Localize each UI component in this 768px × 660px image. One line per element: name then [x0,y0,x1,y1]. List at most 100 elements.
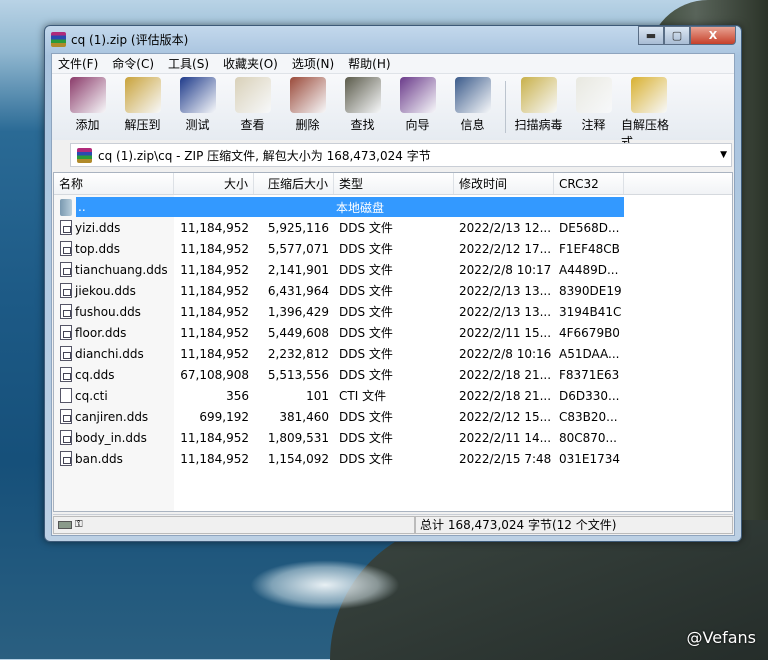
file-row[interactable]: canjiren.dds 699,192 381,460 DDS 文件 2022/2/1… [54,406,732,427]
packed-cell: 5,925,116 [267,220,329,235]
name-cell: cq.cti [54,388,174,403]
toolbar-label: 删除 [295,118,320,132]
packed-cell: 2,141,901 [267,262,329,277]
column-name[interactable]: 名称 [54,173,174,194]
column-modified[interactable]: 修改时间 [454,173,554,194]
modified-cell: 2022/2/8 10:16 [459,346,552,361]
menu-help[interactable]: 帮助(H) [348,55,390,72]
title-bar: cq (1).zip (评估版本) [51,31,188,48]
name-cell: floor.dds [54,325,174,340]
type-cell: DDS 文件 [339,452,393,466]
close-button[interactable]: X [690,26,736,45]
crc-cell: 3194B41C [559,304,622,319]
toolbar-button-delete[interactable]: 删除 [280,77,335,133]
crc-cell: 031E1734 [559,451,621,466]
toolbar-button-info[interactable]: 信息 [445,77,500,133]
file-row[interactable]: jiekou.dds 11,184,952 6,431,964 DDS 文件 2022/… [54,280,732,301]
file-name: canjiren.dds [75,409,149,424]
name-cell: ban.dds [54,451,174,466]
toolbar-label: 测试 [185,118,210,132]
file-name: cq.cti [75,388,108,403]
menu-file[interactable]: 文件(F) [58,55,98,72]
crc-cell: 8390DE19 [559,283,622,298]
file-row[interactable]: cq.cti 356 101 CTI 文件 2022/2/18 21... D6D330.… [54,385,732,406]
type-cell: DDS 文件 [339,368,393,382]
toolbar-button-extract-to[interactable]: 解压到 [115,77,170,133]
window-title: cq (1).zip (评估版本) [71,33,189,47]
file-row[interactable]: yizi.dds 11,184,952 5,925,116 DDS 文件 2022/2/… [54,217,732,238]
toolbar-button-sfx[interactable]: 自解压格式 [621,77,676,150]
toolbar-button-comment[interactable]: 注释 [566,77,621,133]
info-icon [454,77,491,113]
column-header-row: 名称 大小 压缩后大小 类型 修改时间 CRC32 [54,173,732,195]
size-cell: 356 [226,388,249,403]
maximize-button[interactable]: ▢ [664,26,690,45]
file-row[interactable]: cq.dds 67,108,908 5,513,556 DDS 文件 2022/2/18… [54,364,732,385]
folder-up-icon [60,199,72,216]
modified-cell: 2022/2/13 13... [459,304,552,319]
toolbar-button-view[interactable]: 查看 [225,77,280,133]
size-cell: 67,108,908 [180,367,249,382]
toolbar-button-test[interactable]: 测试 [170,77,225,133]
address-bar[interactable]: cq (1).zip\cq - ZIP 压缩文件, 解包大小为 168,473,… [70,143,732,167]
toolbar-label: 信息 [460,118,485,132]
chevron-down-icon[interactable]: ▼ [720,150,727,160]
type-cell: DDS 文件 [339,263,393,277]
file-icon [60,304,72,319]
add-archive-icon [69,77,106,113]
size-cell: 699,192 [199,409,249,424]
crc-cell: D6D330... [559,388,620,403]
file-row[interactable]: floor.dds 11,184,952 5,449,608 DDS 文件 2022/2… [54,322,732,343]
type-cell: DDS 文件 [339,410,393,424]
file-row[interactable]: tianchuang.dds 11,184,952 2,141,901 DDS 文件 2… [54,259,732,280]
winrar-window: cq (1).zip (评估版本) ▬ ▢ X 文件(F) 命令(C) 工具(S… [44,25,742,542]
toolbar-label: 添加 [75,118,100,132]
parent-folder-row[interactable]: .. 本地磁盘 [76,197,624,217]
name-cell: canjiren.dds [54,409,174,424]
file-icon [60,241,72,256]
file-name: fushou.dds [75,304,141,319]
name-cell: cq.dds [54,367,174,382]
file-row[interactable]: dianchi.dds 11,184,952 2,232,812 DDS 文件 2022… [54,343,732,364]
column-crc32[interactable]: CRC32 [554,173,624,194]
view-icon [234,77,271,113]
toolbar-button-wizard[interactable]: 向导 [390,77,445,133]
find-icon [344,77,381,113]
parent-type: 本地磁盘 [336,200,385,215]
toolbar-button-add-archive[interactable]: 添加 [60,77,115,133]
toolbar-label: 查看 [240,118,265,132]
column-type[interactable]: 类型 [334,173,454,194]
toolbar-button-find[interactable]: 查找 [335,77,390,133]
file-row[interactable]: ban.dds 11,184,952 1,154,092 DDS 文件 2022/2/1… [54,448,732,469]
extract-to-icon [124,77,161,113]
crc-cell: F8371E63 [559,367,620,382]
file-name: dianchi.dds [75,346,144,361]
size-cell: 11,184,952 [180,451,249,466]
packed-cell: 101 [306,388,329,403]
modified-cell: 2022/2/18 21... [459,367,552,382]
type-cell: DDS 文件 [339,431,393,445]
menu-options[interactable]: 选项(N) [292,55,334,72]
file-name: cq.dds [75,367,115,382]
menu-commands[interactable]: 命令(C) [112,55,154,72]
address-text: cq (1).zip\cq - ZIP 压缩文件, 解包大小为 168,473,… [98,148,431,163]
toolbar-label: 解压到 [124,118,161,132]
type-cell: CTI 文件 [339,389,387,403]
modified-cell: 2022/2/12 17... [459,241,552,256]
file-list: 名称 大小 压缩后大小 类型 修改时间 CRC32 .. 本地磁盘 yizi.d… [53,172,733,512]
toolbar-button-scan-virus[interactable]: 扫描病毒 [511,77,566,133]
file-row[interactable]: fushou.dds 11,184,952 1,396,429 DDS 文件 2022/… [54,301,732,322]
file-name: jiekou.dds [75,283,136,298]
column-packed[interactable]: 压缩后大小 [254,173,334,194]
column-size[interactable]: 大小 [174,173,254,194]
size-cell: 11,184,952 [180,325,249,340]
menu-favorites[interactable]: 收藏夹(O) [223,55,278,72]
modified-cell: 2022/2/8 10:17 [459,262,552,277]
crc-cell: A51DAA... [559,346,620,361]
file-row[interactable]: top.dds 11,184,952 5,577,071 DDS 文件 2022/2/1… [54,238,732,259]
menu-tools[interactable]: 工具(S) [168,55,209,72]
file-row[interactable]: body_in.dds 11,184,952 1,809,531 DDS 文件 2022… [54,427,732,448]
file-name: tianchuang.dds [75,262,168,277]
minimize-button[interactable]: ▬ [638,26,664,45]
delete-icon [289,77,326,113]
